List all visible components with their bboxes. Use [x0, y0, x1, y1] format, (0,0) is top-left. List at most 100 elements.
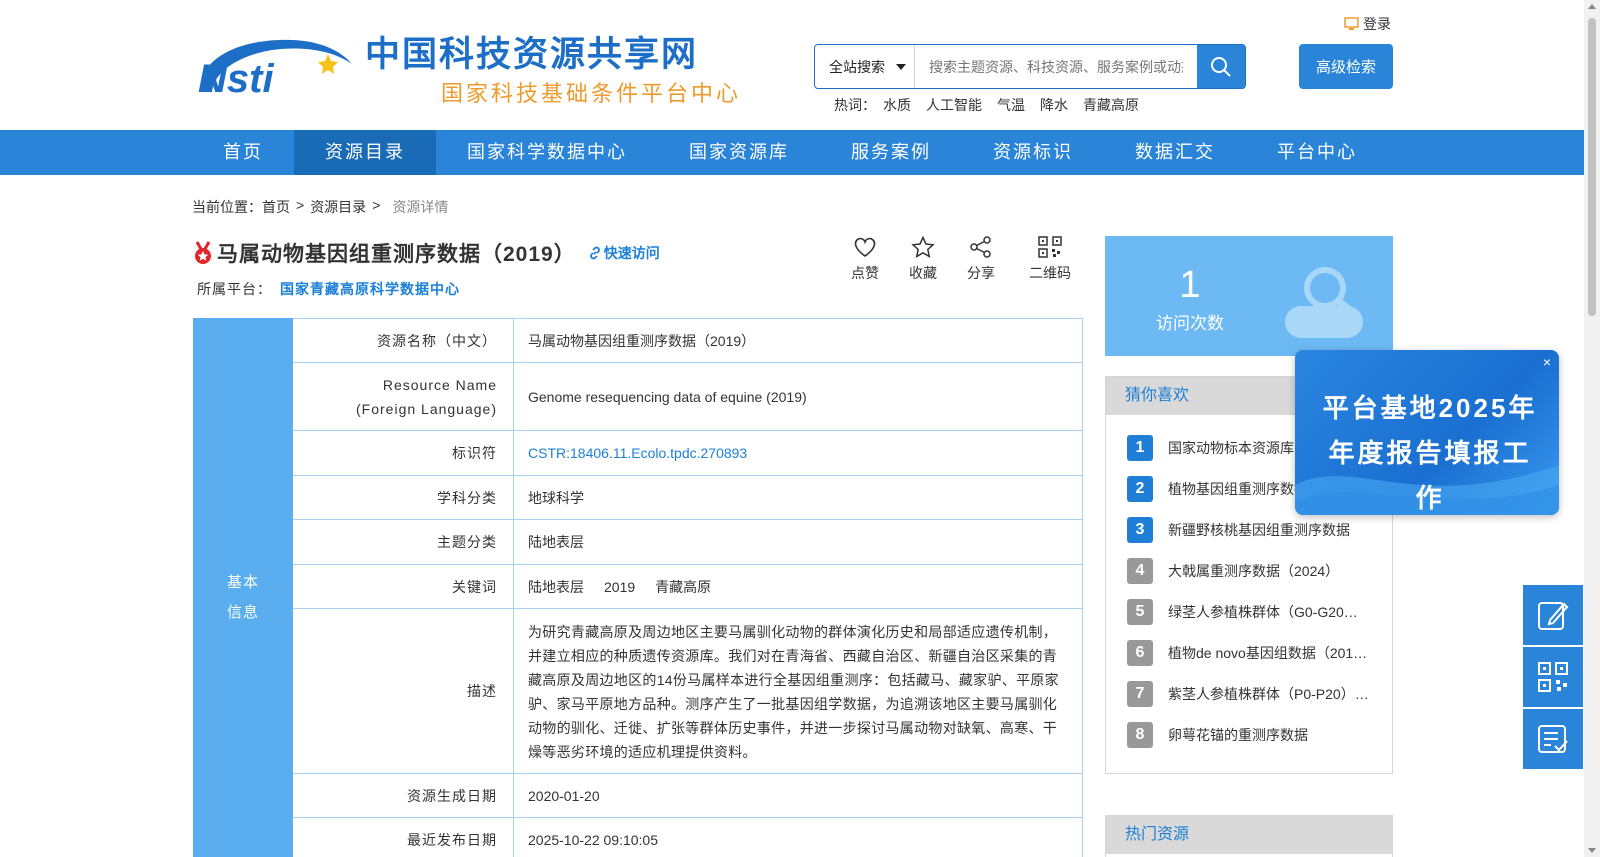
basic-info-table: 资源名称（中文） 马属动物基因组重测序数据（2019） Resource Nam…: [293, 318, 1083, 857]
list-item[interactable]: 3 新疆野核桃基因组重测序数据: [1127, 509, 1375, 550]
description-text: 为研究青藏高原及周边地区主要马属驯化动物的群体演化历史和局部适应遗传机制，并建立…: [513, 609, 1082, 773]
like-button[interactable]: 点赞: [836, 236, 894, 283]
platform-link[interactable]: 国家青藏高原科学数据中心: [280, 281, 460, 297]
qrcode-float-button[interactable]: [1523, 647, 1583, 707]
resource-title: 马属动物基因组重测序数据（2019）: [217, 243, 576, 266]
field-label: Resource Name (Foreign Language): [293, 363, 513, 430]
popup-text-line: 平台基地2025年: [1322, 393, 1538, 423]
nav-item-resource-library[interactable]: 国家资源库: [658, 130, 820, 175]
share-button[interactable]: 分享: [952, 236, 1010, 283]
breadcrumb-prefix: 当前位置：: [192, 199, 262, 215]
popup-text: 平台基地2025年年度报告填报工作: [1315, 386, 1545, 515]
qrcode-icon: [1538, 662, 1568, 692]
field-label: 最近发布日期: [293, 818, 513, 857]
identifier-link[interactable]: CSTR:18406.11.Ecolo.tpdc.270893: [513, 431, 1082, 475]
hot-resources-panel: 热门资源: [1105, 815, 1393, 857]
table-row: Resource Name (Foreign Language) Genome r…: [293, 363, 1083, 431]
nav-item-data-submission[interactable]: 数据汇交: [1104, 130, 1246, 175]
keyword: 陆地表层: [528, 578, 584, 595]
platform-row: 所属平台： 国家青藏高原科学数据中心: [197, 279, 460, 299]
field-value: 陆地表层: [513, 520, 1082, 564]
svg-text:Nsti: Nsti: [198, 57, 274, 96]
nav-item-home[interactable]: 首页: [192, 130, 294, 175]
qrcode-button[interactable]: 二维码: [1010, 236, 1090, 283]
login-label: 登录: [1363, 16, 1391, 32]
keywords: 陆地表层 2019 青藏高原: [513, 565, 1082, 608]
main-nav: 首页 资源目录 国家科学数据中心 国家资源库 服务案例 资源标识 数据汇交 平台…: [0, 130, 1584, 175]
search-bar: 全站搜索: [814, 44, 1246, 89]
hot-words-label: 热词：: [834, 97, 876, 113]
list-item[interactable]: 8 卵萼花锚的重测序数据: [1127, 714, 1375, 755]
search-button[interactable]: [1197, 45, 1245, 88]
quick-access-link[interactable]: 快速访问: [588, 243, 660, 263]
keyword: 2019: [604, 578, 636, 595]
scroll-up-icon[interactable]: [1588, 4, 1596, 9]
visit-count-card: 1 访问次数: [1105, 236, 1393, 356]
hot-word[interactable]: 气温: [997, 95, 1025, 115]
qrcode-label: 二维码: [1029, 265, 1071, 281]
hot-resources-title: 热门资源: [1106, 816, 1392, 854]
table-row: 资源生成日期 2020-01-20: [293, 774, 1083, 818]
field-label: 描述: [293, 609, 513, 773]
nav-item-identifiers[interactable]: 资源标识: [962, 130, 1104, 175]
breadcrumb-catalog[interactable]: 资源目录: [310, 197, 366, 217]
list-item[interactable]: 6 植物de novo基因组数据（201…: [1127, 632, 1375, 673]
popup-text-line: 年度报告填报工作: [1328, 438, 1532, 513]
table-row: 描述 为研究青藏高原及周边地区主要马属驯化动物的群体演化历史和局部适应遗传机制，…: [293, 609, 1083, 774]
table-row: 最近发布日期 2025-10-22 09:10:05: [293, 818, 1083, 857]
announcement-popup[interactable]: × 平台基地2025年年度报告填报工作: [1295, 350, 1559, 515]
like-label: 点赞: [851, 265, 879, 281]
list-item[interactable]: 5 绿茎人参植株群体（G0-G20…: [1127, 591, 1375, 632]
nav-item-cases[interactable]: 服务案例: [820, 130, 962, 175]
nsti-logo[interactable]: Nsti: [192, 34, 358, 96]
link-icon: [589, 246, 600, 260]
list-item-text: 植物基因组重测序数据: [1168, 480, 1308, 497]
list-item-text: 国家动物标本资源库: [1168, 439, 1294, 456]
favorite-button[interactable]: 收藏: [894, 236, 952, 283]
hot-word[interactable]: 人工智能: [926, 95, 982, 115]
rank-badge: 5: [1127, 598, 1153, 625]
login-link[interactable]: 登录: [1344, 14, 1391, 34]
survey-button[interactable]: [1523, 709, 1583, 769]
advanced-search-button[interactable]: 高级检索: [1299, 44, 1393, 89]
hot-word[interactable]: 青藏高原: [1083, 95, 1139, 115]
field-label: 关键词: [293, 565, 513, 608]
basic-info-label-1: 基本: [226, 574, 259, 591]
keyword: 青藏高原: [655, 578, 712, 595]
favorite-label: 收藏: [909, 265, 937, 281]
field-value: 2025-10-22 09:10:05: [513, 818, 1082, 857]
site-title: 中国科技资源共享网: [365, 35, 699, 75]
list-item-text: 绿茎人参植株群体（G0-G20…: [1168, 603, 1358, 620]
field-label: 资源生成日期: [293, 774, 513, 817]
field-label-line: Resource Name: [382, 376, 497, 393]
page-scrollbar[interactable]: [1584, 0, 1600, 857]
search-input[interactable]: [915, 45, 1197, 88]
rank-badge: 3: [1127, 516, 1153, 543]
basic-info-label-2: 信息: [226, 604, 259, 621]
resource-actions: 点赞 收藏 分享 二维码: [836, 236, 1090, 283]
scroll-down-icon[interactable]: [1588, 848, 1596, 853]
star-icon: [911, 236, 935, 258]
nav-item-data-center[interactable]: 国家科学数据中心: [436, 130, 658, 175]
field-value: 地球科学: [513, 476, 1082, 519]
list-item-text: 卵萼花锚的重测序数据: [1168, 726, 1308, 743]
rank-badge: 7: [1127, 680, 1153, 707]
rank-badge: 4: [1127, 557, 1153, 584]
list-item[interactable]: 7 紫茎人参植株群体（P0-P20）…: [1127, 673, 1375, 714]
field-value: 2020-01-20: [513, 774, 1082, 817]
list-item[interactable]: 4 大戟属重测序数据（2024）: [1127, 550, 1375, 591]
hot-word[interactable]: 水质: [883, 95, 911, 115]
nav-item-platform-center[interactable]: 平台中心: [1246, 130, 1388, 175]
scrollbar-thumb[interactable]: [1588, 18, 1596, 316]
feedback-button[interactable]: [1523, 585, 1583, 645]
nav-item-catalog[interactable]: 资源目录: [294, 130, 436, 175]
breadcrumb-home[interactable]: 首页: [262, 197, 290, 217]
basic-info-label: 基本 信息: [193, 318, 293, 857]
search-scope-select[interactable]: 全站搜索: [815, 45, 915, 88]
close-icon[interactable]: ×: [1543, 354, 1551, 370]
hot-word[interactable]: 降水: [1040, 95, 1068, 115]
heart-icon: [854, 237, 876, 257]
edit-icon: [1538, 602, 1569, 630]
rank-badge: 1: [1127, 434, 1153, 461]
field-label: 主题分类: [293, 520, 513, 564]
